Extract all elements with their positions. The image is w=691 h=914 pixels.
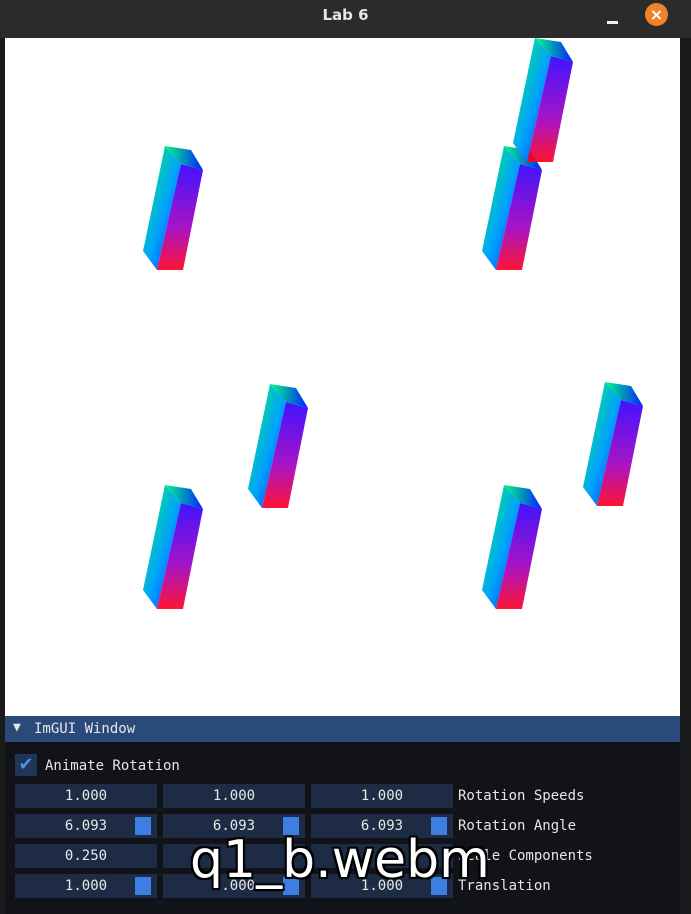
field-value: 0.250 (64, 848, 108, 864)
rotation-speed-y-field[interactable]: 1.000 (163, 784, 305, 808)
window-title: Lab 6 (322, 6, 369, 24)
field-value: 1.000 (360, 788, 404, 804)
rotation-speed-x-field[interactable]: 1.000 (15, 784, 157, 808)
scale-x-field[interactable]: 0.250 (15, 844, 157, 868)
animate-rotation-checkbox[interactable]: ✔ (15, 754, 37, 776)
minimize-icon[interactable] (603, 8, 623, 28)
cube-5 (583, 382, 643, 506)
rotation-speeds-label: Rotation Speeds (458, 788, 585, 804)
cube-2 (482, 146, 542, 270)
field-value: 1.000 (212, 788, 256, 804)
imgui-header[interactable]: ▼ ImGUI Window (5, 716, 680, 742)
close-icon[interactable]: × (645, 3, 668, 26)
cube-4 (248, 384, 308, 508)
cube-scene (143, 38, 643, 609)
cube-7 (482, 485, 542, 609)
slider-grab[interactable] (135, 877, 151, 895)
field-value: 1.000 (64, 788, 108, 804)
translation-x-slider[interactable]: 1.000 (15, 874, 157, 898)
cube-6 (143, 485, 203, 609)
rotation-speed-z-field[interactable]: 1.000 (311, 784, 453, 808)
title-bar: Lab 6 × (0, 0, 691, 38)
render-viewport[interactable] (5, 38, 680, 716)
window-frame-right (680, 38, 691, 914)
collapse-arrow-icon[interactable]: ▼ (13, 720, 21, 735)
imgui-window-title: ImGUI Window (34, 721, 136, 737)
video-caption-overlay: q1_b.webm (190, 830, 490, 890)
animate-rotation-label: Animate Rotation (45, 758, 180, 774)
cube-3 (513, 38, 573, 162)
slider-grab[interactable] (135, 817, 151, 835)
cube-1 (143, 146, 203, 270)
rotation-angle-x-slider[interactable]: 6.093 (15, 814, 157, 838)
